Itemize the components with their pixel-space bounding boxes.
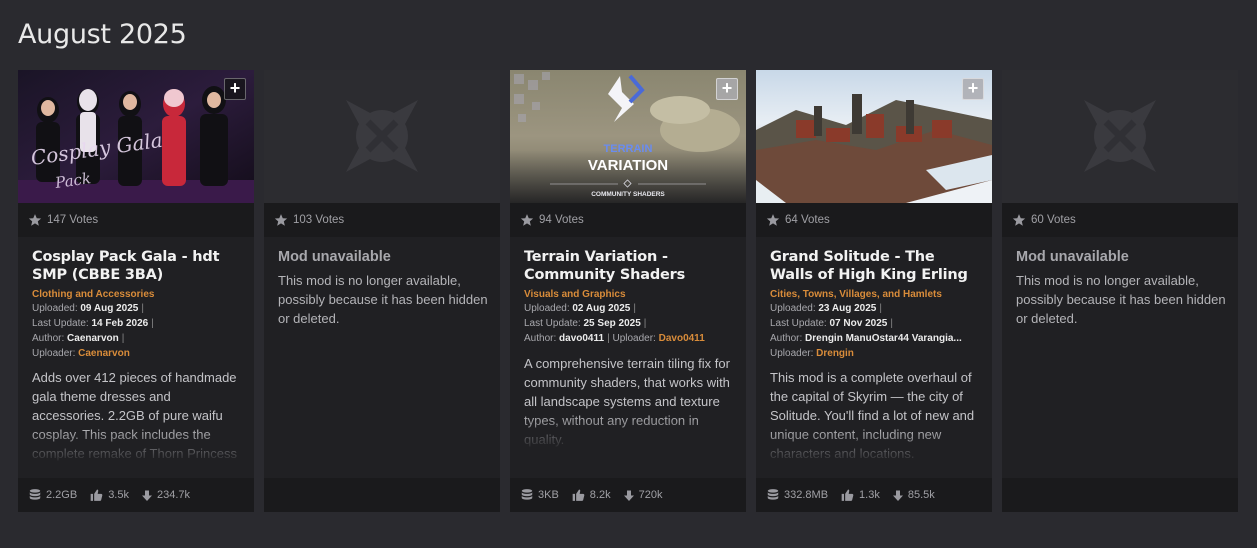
mod-category[interactable]: Cities, Towns, Villages, and Hamlets [770, 289, 982, 300]
votes-count: 103 Votes [293, 214, 345, 226]
file-size: 332.8MB [766, 488, 828, 502]
votes-count: 94 Votes [539, 214, 584, 226]
author: Author: Caenarvon | [32, 333, 125, 344]
file-size: 2.2GB [28, 488, 77, 502]
uploader: Uploader: Caenarvon [32, 348, 130, 359]
mod-card-grand-solitude[interactable]: + 64 Votes Grand Solitude - The Walls of… [756, 70, 992, 512]
database-icon [29, 489, 41, 500]
votes-count: 60 Votes [1031, 214, 1076, 226]
last-update-date: Last Update: 25 Sep 2025 | [524, 318, 647, 329]
last-update-date: Last Update: 14 Feb 2026 | [32, 318, 154, 329]
votes-bar: 60 Votes [1002, 203, 1238, 237]
download-arrow-icon [141, 490, 152, 501]
unavailable-title: Mod unavailable [1016, 249, 1129, 265]
uploaded-date: Uploaded: 09 Aug 2025 | [32, 303, 144, 314]
month-title: August 2025 [18, 19, 187, 50]
uploader-link[interactable]: Davo0411 [659, 333, 705, 344]
mod-category[interactable]: Visuals and Graphics [524, 289, 736, 300]
votes-count: 64 Votes [785, 214, 830, 226]
uploader-link[interactable]: Caenarvon [78, 348, 130, 359]
mod-grid: Cosplay Gala Pack + 147 Votes Cosplay Pa… [18, 70, 1238, 512]
author: Author: Drengin ManuOstar44 Varangia... [770, 333, 962, 344]
endorsements: 8.2k [571, 488, 611, 502]
uploaded-date: Uploaded: 02 Aug 2025 | [524, 303, 636, 314]
placeholder-thumbnail [264, 70, 500, 203]
author-uploader: Author: davo0411 | Uploader: Davo0411 [524, 333, 705, 344]
download-arrow-icon [892, 490, 903, 501]
mod-description: A comprehensive terrain tiling fix for c… [524, 356, 730, 447]
endorsements: 1.3k [840, 488, 880, 502]
votes-bar: 147 Votes [18, 203, 254, 237]
votes-count: 147 Votes [47, 214, 99, 226]
stats-bar [1002, 478, 1238, 512]
unavailable-title: Mod unavailable [278, 249, 391, 265]
star-icon [766, 214, 780, 226]
star-icon [1012, 214, 1026, 226]
database-icon [767, 489, 779, 500]
mod-title[interactable]: Terrain Variation - Community Shaders [524, 248, 736, 284]
votes-bar: 94 Votes [510, 203, 746, 237]
thumb-text-community: COMMUNITY SHADERS [591, 191, 665, 198]
unavailable-message: This mod is no longer available, possibl… [1016, 273, 1226, 326]
stats-bar: 332.8MB 1.3k 85.5k [756, 478, 992, 512]
endorsements: 3.5k [89, 488, 129, 502]
database-icon [521, 489, 533, 500]
mod-title[interactable]: Grand Solitude - The Walls of High King … [770, 248, 982, 284]
uploader-link[interactable]: Drengin [816, 348, 854, 359]
placeholder-thumbnail [1002, 70, 1238, 203]
votes-bar: 103 Votes [264, 203, 500, 237]
stats-bar: 2.2GB 3.5k 234.7k [18, 478, 254, 512]
thumbs-up-icon [572, 489, 585, 501]
nexus-logo-icon [264, 70, 500, 203]
mod-thumbnail[interactable]: Cosplay Gala Pack + [18, 70, 254, 203]
file-size: 3KB [520, 488, 559, 502]
last-update-date: Last Update: 07 Nov 2025 | [770, 318, 893, 329]
mod-card-cosplay[interactable]: Cosplay Gala Pack + 147 Votes Cosplay Pa… [18, 70, 254, 512]
mod-title[interactable]: Cosplay Pack Gala - hdt SMP (CBBE 3BA) [32, 248, 244, 284]
mod-description: Adds over 412 pieces of handmade gala th… [32, 370, 237, 461]
stats-bar [264, 478, 500, 512]
downloads: 85.5k [892, 489, 935, 502]
votes-bar: 64 Votes [756, 203, 992, 237]
downloads: 720k [623, 489, 662, 502]
download-arrow-icon [623, 490, 634, 501]
mod-thumbnail[interactable]: + [756, 70, 992, 203]
mod-card-terrain[interactable]: TERRAIN VARIATION COMMUNITY SHADERS + 94… [510, 70, 746, 512]
mod-card-unavailable[interactable]: 60 Votes Mod unavailable This mod is no … [1002, 70, 1238, 512]
thumb-text-variation: VARIATION [588, 157, 668, 174]
mod-description: This mod is a complete overhaul of the c… [770, 370, 975, 461]
add-to-collection-button[interactable]: + [224, 78, 246, 100]
stats-bar: 3KB 8.2k 720k [510, 478, 746, 512]
thumbs-up-icon [841, 489, 854, 501]
star-icon [28, 214, 42, 226]
mod-thumbnail[interactable]: TERRAIN VARIATION COMMUNITY SHADERS + [510, 70, 746, 203]
add-to-collection-button[interactable]: + [716, 78, 738, 100]
thumb-text-terrain: TERRAIN [604, 143, 653, 155]
add-to-collection-button[interactable]: + [962, 78, 984, 100]
uploaded-date: Uploaded: 23 Aug 2025 | [770, 303, 882, 314]
thumbs-up-icon [90, 489, 103, 501]
star-icon [520, 214, 534, 226]
uploader: Uploader: Drengin [770, 348, 854, 359]
downloads: 234.7k [141, 489, 190, 502]
star-icon [274, 214, 288, 226]
unavailable-message: This mod is no longer available, possibl… [278, 273, 488, 326]
nexus-logo-icon [1002, 70, 1238, 203]
mod-category[interactable]: Clothing and Accessories [32, 289, 244, 300]
mod-card-unavailable[interactable]: 103 Votes Mod unavailable This mod is no… [264, 70, 500, 512]
